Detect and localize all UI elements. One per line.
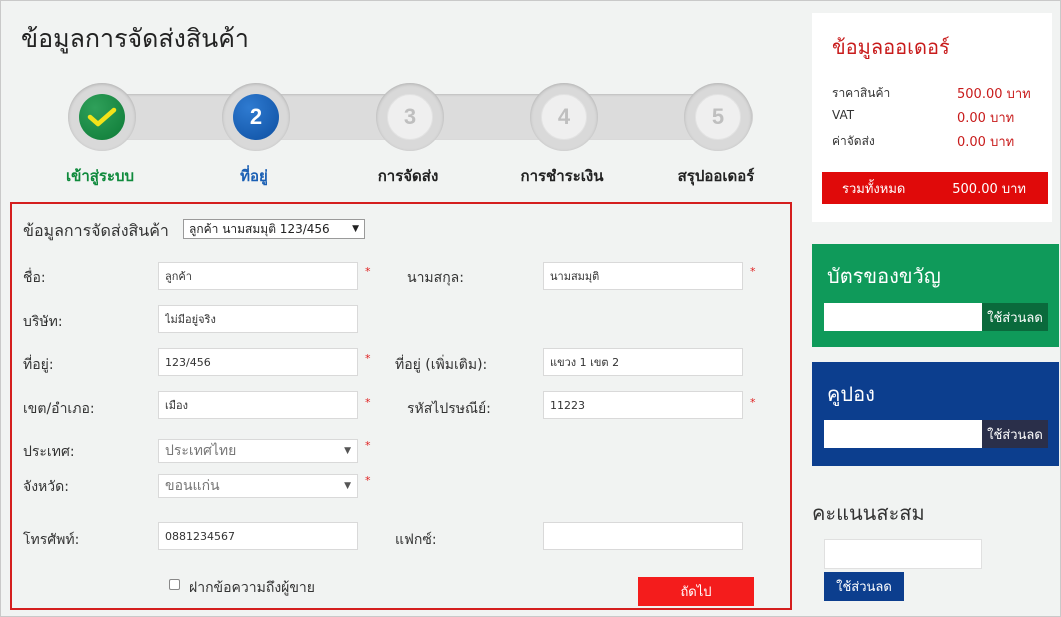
required-mark: * bbox=[365, 396, 371, 409]
points-title: คะแนนสะสม bbox=[812, 501, 925, 525]
order-row-value: 0.00 บาท bbox=[957, 135, 1015, 150]
order-summary: ข้อมูลออเดอร์ ราคาสินค้า 500.00 บาท VAT … bbox=[812, 13, 1052, 222]
country-select[interactable]: ประเทศไทย ▼ bbox=[158, 439, 358, 463]
coupon-box: คูปอง ใช้ส่วนลด bbox=[812, 362, 1059, 466]
step-3[interactable]: 3 bbox=[376, 83, 444, 151]
address-select[interactable]: ลูกค้า นามสมมุติ 123/456 ▼ bbox=[183, 219, 365, 239]
gift-card-apply-button[interactable]: ใช้ส่วนลด bbox=[982, 303, 1048, 331]
order-row-value: 500.00 บาท bbox=[957, 87, 1031, 102]
company-label: บริษัท: bbox=[23, 314, 63, 330]
order-row-label: ราคาสินค้า bbox=[832, 86, 891, 100]
province-select-value: ขอนแก่น bbox=[165, 478, 220, 494]
step-number: 2 bbox=[233, 94, 279, 140]
required-mark: * bbox=[750, 396, 756, 409]
required-mark: * bbox=[365, 439, 371, 452]
gift-card-box: บัตรของขวัญ ใช้ส่วนลด bbox=[812, 244, 1059, 347]
order-total-bar: รวมทั้งหมด 500.00 บาท bbox=[822, 172, 1048, 204]
form-heading: ข้อมูลการจัดส่งสินค้า bbox=[23, 221, 169, 240]
step-label-summary[interactable]: สรุปออเดอร์ bbox=[646, 164, 786, 188]
order-row-label: ค่าจัดส่ง bbox=[832, 134, 875, 148]
order-row-value: 0.00 บาท bbox=[957, 111, 1015, 126]
step-label-address[interactable]: ที่อยู่ bbox=[184, 164, 324, 188]
fax-label: แฟกซ์: bbox=[395, 532, 437, 548]
gift-card-input[interactable] bbox=[824, 303, 982, 331]
phone-input[interactable] bbox=[158, 522, 358, 550]
dropdown-arrow-icon: ▼ bbox=[344, 481, 351, 491]
last-name-input[interactable] bbox=[543, 262, 743, 290]
district-input[interactable] bbox=[158, 391, 358, 419]
step-1[interactable] bbox=[68, 83, 136, 151]
fax-input[interactable] bbox=[543, 522, 743, 550]
dropdown-arrow-icon: ▼ bbox=[352, 224, 359, 234]
step-2[interactable]: 2 bbox=[222, 83, 290, 151]
country-select-value: ประเทศไทย bbox=[165, 443, 237, 459]
phone-label: โทรศัพท์: bbox=[23, 532, 80, 548]
province-select[interactable]: ขอนแก่น ▼ bbox=[158, 474, 358, 498]
required-mark: * bbox=[365, 474, 371, 487]
step-5[interactable]: 5 bbox=[684, 83, 752, 151]
note-checkbox-label: ฝากข้อความถึงผู้ขาย bbox=[189, 580, 315, 596]
order-total-value: 500.00 บาท bbox=[952, 181, 1026, 197]
coupon-title: คูปอง bbox=[827, 382, 875, 406]
note-checkbox[interactable] bbox=[169, 579, 180, 590]
points-input[interactable] bbox=[824, 539, 982, 569]
first-name-input[interactable] bbox=[158, 262, 358, 290]
checkmark-icon bbox=[79, 94, 125, 140]
coupon-input[interactable] bbox=[824, 420, 982, 448]
gift-card-title: บัตรของขวัญ bbox=[827, 264, 941, 288]
first-name-label: ชื่อ: bbox=[23, 270, 46, 286]
step-4[interactable]: 4 bbox=[530, 83, 598, 151]
coupon-apply-button[interactable]: ใช้ส่วนลด bbox=[982, 420, 1048, 448]
points-apply-button[interactable]: ใช้ส่วนลด bbox=[824, 572, 904, 601]
page-title: ข้อมูลการจัดส่งสินค้า bbox=[21, 24, 249, 53]
address-label: ที่อยู่: bbox=[23, 357, 54, 373]
step-label-payment[interactable]: การชำระเงิน bbox=[492, 164, 632, 188]
country-label: ประเทศ: bbox=[23, 444, 75, 460]
district-label: เขต/อำเภอ: bbox=[23, 401, 95, 417]
required-mark: * bbox=[365, 352, 371, 365]
province-label: จังหวัด: bbox=[23, 479, 69, 495]
step-label-login[interactable]: เข้าสู่ระบบ bbox=[30, 164, 170, 188]
postcode-input[interactable] bbox=[543, 391, 743, 419]
company-input[interactable] bbox=[158, 305, 358, 333]
step-number: 4 bbox=[541, 94, 587, 140]
address2-input[interactable] bbox=[543, 348, 743, 376]
next-button[interactable]: ถัดไป bbox=[638, 577, 754, 606]
address2-label: ที่อยู่ (เพิ่มเติม): bbox=[395, 357, 488, 373]
order-title: ข้อมูลออเดอร์ bbox=[832, 35, 950, 59]
address-select-value: ลูกค้า นามสมมุติ 123/456 bbox=[189, 221, 330, 236]
required-mark: * bbox=[750, 265, 756, 278]
step-number: 5 bbox=[695, 94, 741, 140]
step-label-shipping[interactable]: การจัดส่ง bbox=[338, 164, 478, 188]
order-row-label: VAT bbox=[832, 108, 855, 122]
postcode-label: รหัสไปรษณีย์: bbox=[407, 401, 491, 417]
address-input[interactable] bbox=[158, 348, 358, 376]
required-mark: * bbox=[365, 265, 371, 278]
dropdown-arrow-icon: ▼ bbox=[344, 446, 351, 456]
order-total-label: รวมทั้งหมด bbox=[842, 181, 906, 197]
last-name-label: นามสกุล: bbox=[407, 270, 464, 286]
step-number: 3 bbox=[387, 94, 433, 140]
